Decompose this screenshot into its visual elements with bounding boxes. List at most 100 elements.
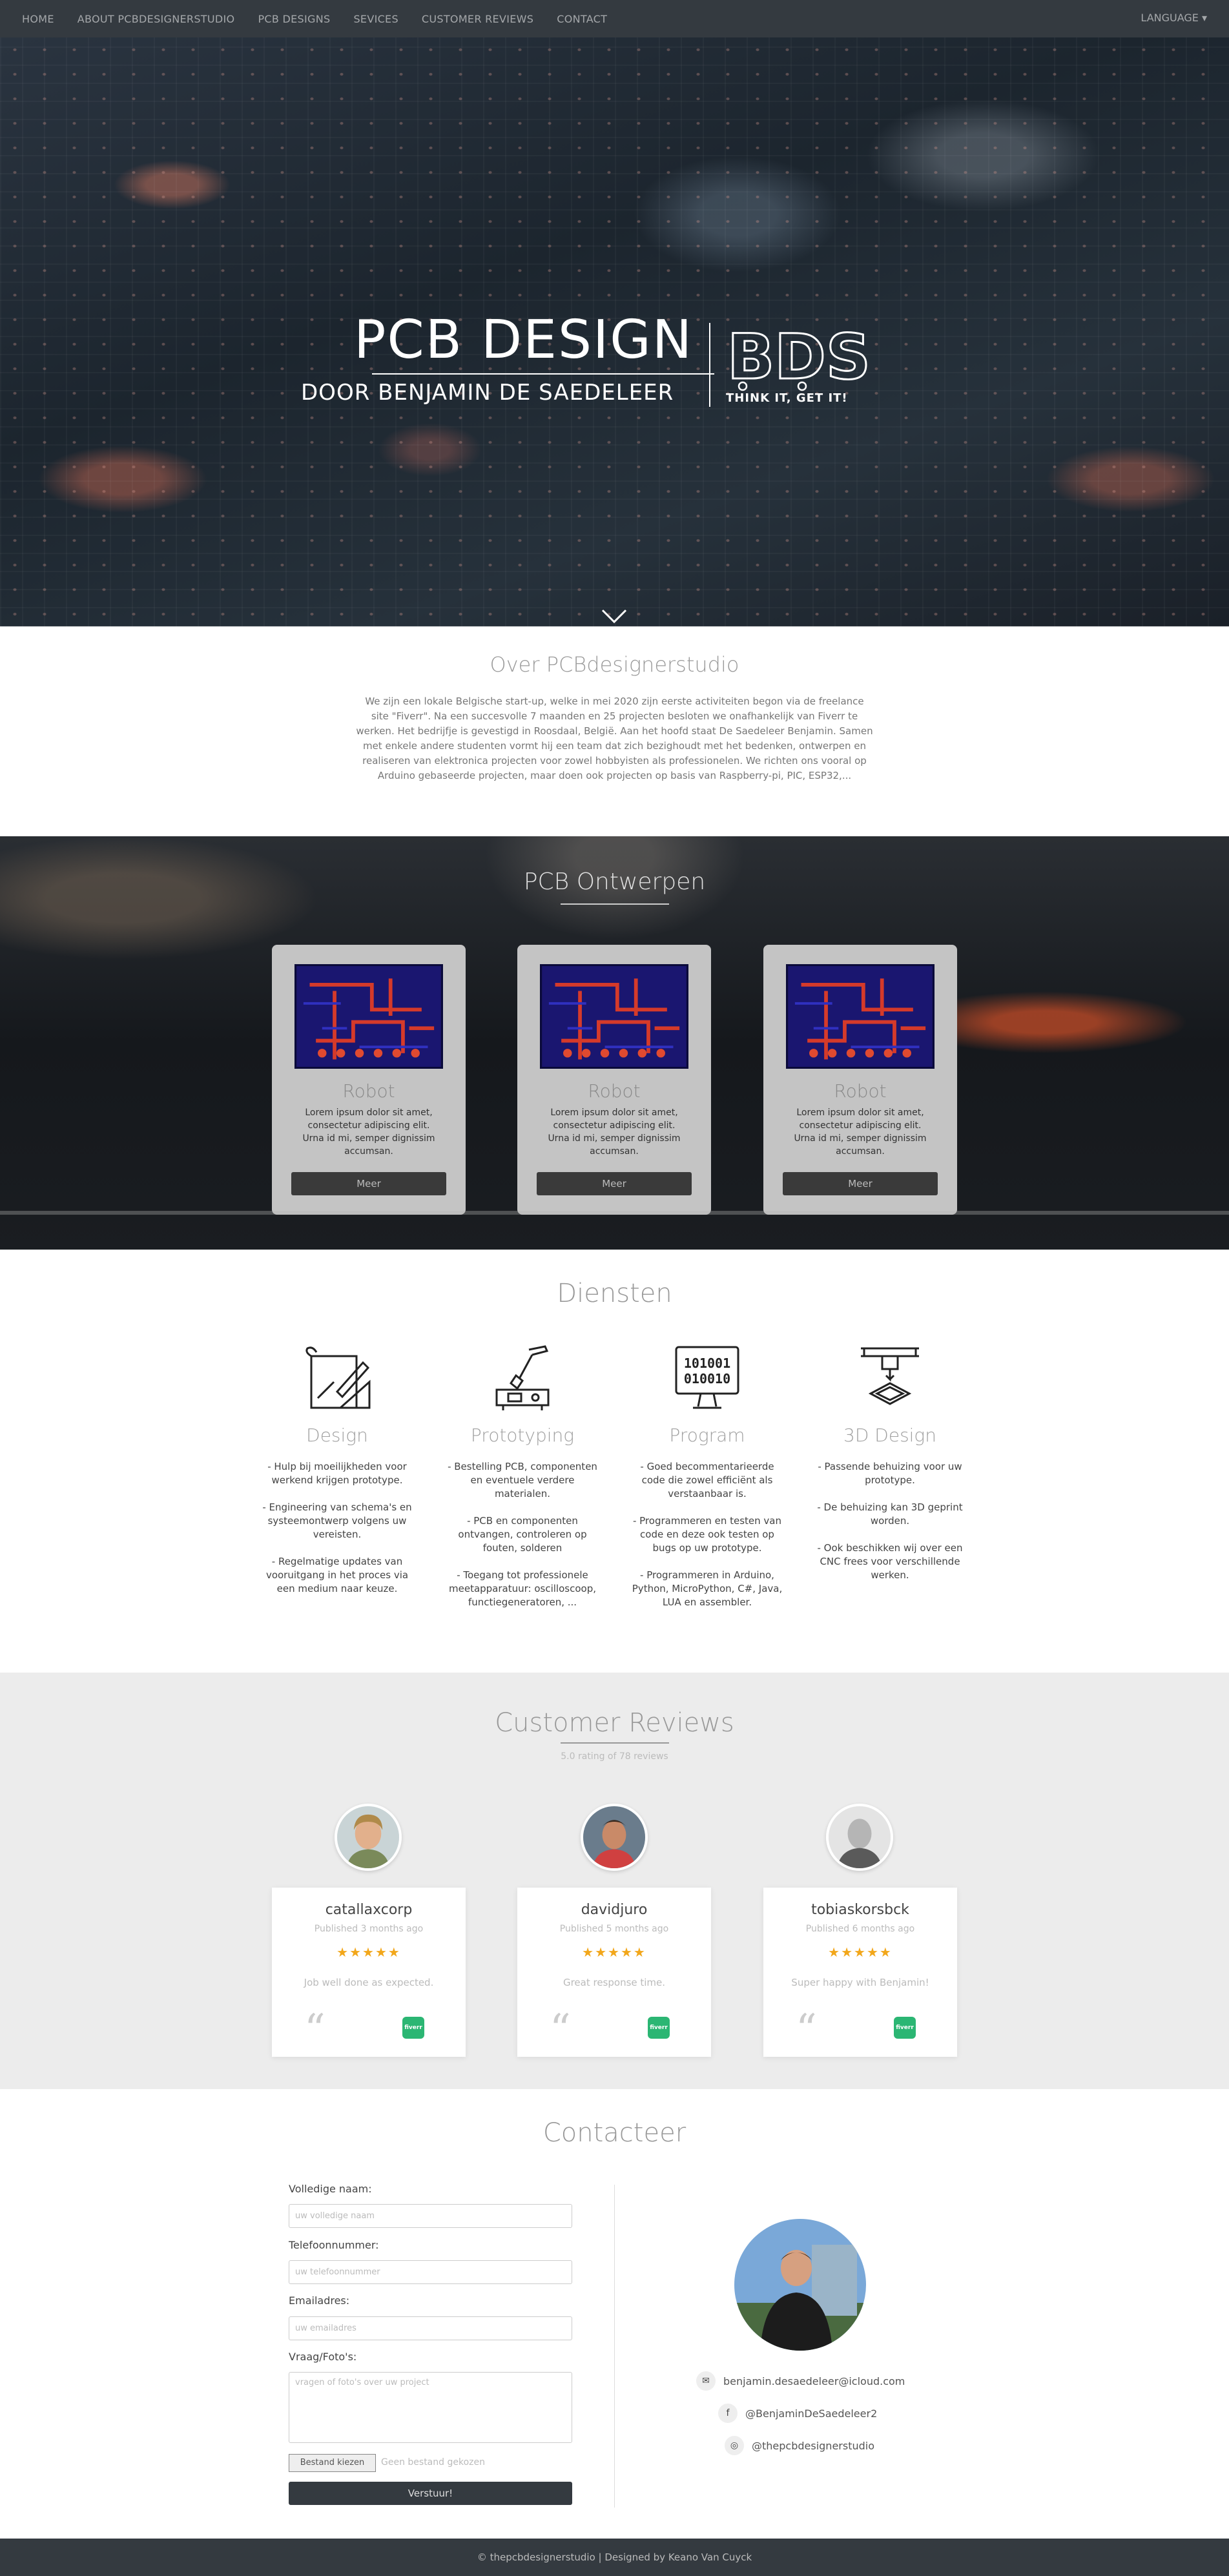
service-title: Program (669, 1425, 745, 1446)
service-line: - Hulp bij moeilijkheden voor werkend kr… (267, 1461, 407, 1486)
fullname-field[interactable]: uw volledige naam (289, 2204, 572, 2228)
contact-instagram[interactable]: @thepcbdesignerstudio (752, 2440, 874, 2452)
pcb-card-more-button[interactable]: Meer (291, 1172, 446, 1195)
service-design: Design - Hulp bij moeilijkheden voor wer… (260, 1343, 415, 1609)
phone-field[interactable]: uw telefoonnummer (289, 2260, 572, 2284)
instagram-icon: ◎ (725, 2436, 744, 2455)
phone-label: Telefoonnummer: (289, 2239, 379, 2251)
reviewer-name: catallaxcorp (325, 1902, 413, 1918)
service-title: Design (306, 1425, 368, 1446)
service-title: Prototyping (470, 1425, 575, 1446)
service-list: - Bestelling PCB, componenten en eventue… (445, 1460, 600, 1609)
pcb-designs-section: PCB Ontwerpen Robot Lorem ipsum dolor si… (0, 836, 1229, 1250)
service-3d-design: 3D Design - Passende behuizing voor uw p… (812, 1343, 967, 1596)
service-line: - Programmeren in Arduino, Python, Micro… (632, 1569, 783, 1608)
avatar (335, 1804, 402, 1871)
scroll-down-chevron-icon[interactable] (601, 609, 627, 624)
pcb-title-divider (561, 903, 669, 905)
review-date: Published 5 months ago (559, 1924, 669, 1934)
service-line: - Regelmatige updates van vooruitgang in… (265, 1556, 409, 1594)
service-line: - Bestelling PCB, componenten en eventue… (448, 1461, 597, 1499)
submit-button[interactable]: Verstuur! (289, 2482, 572, 2505)
language-dropdown[interactable]: LANGUAGE ▾ (1141, 12, 1207, 24)
customer-reviews-section: Customer Reviews 5.0 rating of 78 review… (0, 1673, 1229, 2089)
nav-pcb-designs[interactable]: PCB DESIGNS (258, 13, 330, 25)
review-date: Published 6 months ago (805, 1924, 915, 1934)
review-stars: ★★★★★ (336, 1944, 401, 1960)
pcb-card-more-button[interactable]: Meer (537, 1172, 692, 1195)
bds-logo-text: BDS (727, 322, 871, 393)
pcb-card-text: Lorem ipsum dolor sit amet, consectetur … (548, 1108, 681, 1157)
service-list: - Hulp bij moeilijkheden voor werkend kr… (260, 1460, 415, 1596)
svg-text:101001: 101001 (684, 1355, 730, 1371)
contact-facebook-row[interactable]: f @BenjaminDeSaedeleer2 (718, 2402, 877, 2424)
nav-services[interactable]: SEVICES (353, 13, 398, 25)
facebook-icon: f (718, 2404, 738, 2423)
reviews-title: Customer Reviews (495, 1708, 734, 1738)
avatar (581, 1804, 648, 1871)
hero-title: PCB DESIGN (354, 309, 694, 371)
email-field[interactable]: uw emailadres (289, 2316, 572, 2340)
envelope-icon: ✉ (696, 2371, 716, 2391)
bds-logo: BDS THINK IT, GET IT! (726, 322, 872, 405)
nav-home[interactable]: HOME (22, 13, 54, 25)
nav-contact[interactable]: CONTACT (557, 13, 607, 25)
3d-printer-icon (861, 1347, 919, 1405)
quote-icon: “ (550, 2006, 571, 2054)
reviewer-name: davidjuro (581, 1902, 648, 1918)
hero-banner: PCB DESIGN DOOR BENJAMIN DE SAEDELEER BD… (0, 37, 1229, 626)
email-label: Emailadres: (289, 2294, 350, 2307)
nav-about[interactable]: ABOUT PCBDESIGNERSTUDIO (77, 13, 235, 25)
review-text: Super happy with Benjamin! (791, 1977, 929, 1988)
service-line: - PCB en componenten ontvangen, controle… (458, 1515, 587, 1554)
question-textarea[interactable]: vragen of foto's over uw project (289, 2372, 572, 2443)
pcb-card-text: Lorem ipsum dolor sit amet, consectetur … (794, 1108, 927, 1157)
choose-file-button[interactable]: Bestand kiezen (289, 2454, 376, 2472)
page: HOME ABOUT PCBDESIGNERSTUDIO PCB DESIGNS… (0, 0, 1229, 2576)
service-list: - Passende behuizing voor uw prototype. … (812, 1460, 967, 1582)
question-label: Vraag/Foto's: (289, 2351, 357, 2363)
contact-instagram-row[interactable]: ◎ @thepcbdesignerstudio (725, 2435, 874, 2457)
reviews-title-divider (561, 1742, 669, 1744)
no-file-chosen-text: Geen bestand gekozen (381, 2457, 485, 2468)
services-title: Diensten (557, 1279, 672, 1308)
review-text: Great response time. (563, 1977, 666, 1988)
soldering-icon (495, 1345, 550, 1410)
pcb-card-more-button[interactable]: Meer (783, 1172, 938, 1195)
about-text: We zijn een lokale Belgische start-up, w… (356, 696, 873, 781)
hero-divider (372, 373, 714, 375)
contact-facebook[interactable]: @BenjaminDeSaedeleer2 (745, 2407, 877, 2420)
contact-email[interactable]: benjamin.desaedeleer@icloud.com (723, 2375, 905, 2387)
reviewer-name: tobiaskorsbck (811, 1902, 909, 1918)
pcb-card: Robot Lorem ipsum dolor sit amet, consec… (272, 945, 466, 1215)
drafting-icon (305, 1346, 371, 1409)
pcb-card-image (786, 964, 935, 1069)
contact-title: Contacteer (542, 2118, 687, 2148)
review-stars: ★★★★★ (582, 1944, 646, 1960)
contact-email-row[interactable]: ✉ benjamin.desaedeleer@icloud.com (696, 2370, 905, 2392)
review-card: catallaxcorp Published 3 months ago ★★★★… (272, 1888, 466, 2057)
service-list: - Goed becommentarieerde code die zowel … (630, 1460, 785, 1609)
hero-subtitle: DOOR BENJAMIN DE SAEDELEER (301, 380, 674, 406)
fiverr-badge-icon: fiverr (648, 2017, 670, 2039)
pcb-card-title: Robot (588, 1080, 641, 1102)
nav-customer-reviews[interactable]: CUSTOMER REVIEWS (422, 13, 533, 25)
fullname-label: Volledige naam: (289, 2183, 372, 2195)
pcb-section-bottom-bar (0, 1211, 1229, 1215)
service-program: 101001 010010 Program - Goed becommentar… (630, 1343, 785, 1623)
service-line: - Passende behuizing voor uw prototype. (818, 1461, 962, 1486)
pcb-layout-image (542, 966, 686, 1067)
service-line: - Toegang tot professionele meetapparatu… (449, 1569, 596, 1608)
contact-photo (734, 2219, 866, 2351)
review-card: davidjuro Published 5 months ago ★★★★★ G… (517, 1888, 711, 2057)
contact-divider (614, 2185, 615, 2508)
pcb-layout-image (789, 966, 932, 1067)
binary-monitor-icon: 101001 010010 (675, 1346, 739, 1409)
review-date: Published 3 months ago (314, 1924, 424, 1934)
svg-text:010010: 010010 (684, 1371, 730, 1386)
review-card: tobiaskorsbck Published 6 months ago ★★★… (763, 1888, 957, 2057)
reviews-rating-summary: 5.0 rating of 78 reviews (561, 1751, 668, 1762)
pcb-title: PCB Ontwerpen (523, 869, 706, 895)
avatar (826, 1804, 893, 1871)
service-line: - De behuizing kan 3D geprint worden. (817, 1501, 963, 1527)
